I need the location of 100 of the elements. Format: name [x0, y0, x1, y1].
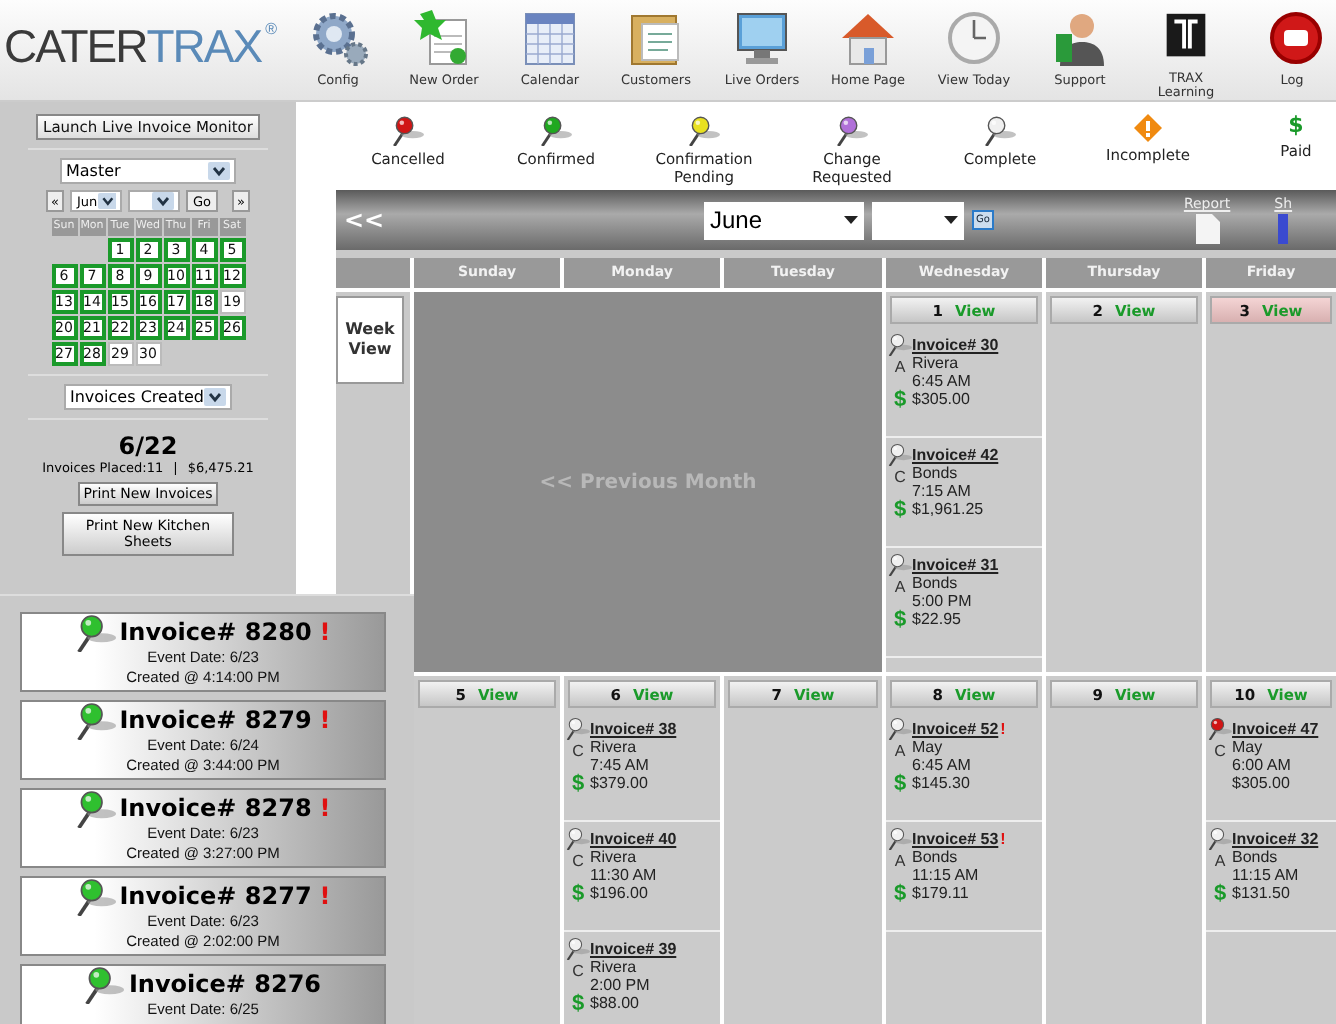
- event-time: 11:30 AM: [590, 866, 659, 884]
- customer-name: Rivera: [590, 848, 639, 866]
- invoice-amount: $305.00: [1232, 774, 1292, 792]
- invoice-amount: $131.50: [1232, 884, 1292, 902]
- customer-name: Bonds: [912, 574, 960, 592]
- customer-name: Rivera: [912, 354, 961, 372]
- event-time: 7:15 AM: [912, 482, 973, 500]
- invoice-link[interactable]: Invoice# 38: [590, 720, 677, 738]
- status-code: C: [894, 468, 906, 486]
- event-time: 6:45 AM: [912, 756, 973, 774]
- date-label: 6/22: [118, 432, 178, 460]
- dollar-icon: $: [893, 498, 907, 522]
- dollar-icon: $: [893, 772, 907, 796]
- alert-mark: !: [1000, 720, 1006, 738]
- customer-name: Bonds: [1232, 848, 1280, 866]
- invoice-amount: $145.30: [912, 774, 972, 792]
- dollar-icon: $: [571, 992, 585, 1016]
- dropdown-arrow-icon: [152, 192, 175, 210]
- dropdown-arrow-icon: [844, 216, 858, 224]
- pin-icon: [84, 964, 125, 1004]
- status-code: A: [894, 852, 906, 870]
- monitor-icon: [732, 8, 792, 68]
- invoice-link[interactable]: Invoice# 53: [912, 830, 999, 848]
- pin-icon: [75, 700, 116, 740]
- invoice-link[interactable]: Invoice# 47: [1232, 720, 1319, 738]
- alert-mark: !: [319, 618, 331, 646]
- alert-mark: !: [1000, 830, 1006, 848]
- invoice-title: Invoice# 8277: [119, 882, 312, 910]
- logo-text: TRAX: [146, 20, 262, 74]
- customer-name: May: [1232, 738, 1265, 756]
- status-code: A: [894, 578, 906, 596]
- event-time: 11:15 AM: [912, 866, 981, 884]
- week-view-button[interactable]: Week View: [336, 296, 404, 384]
- invoice-amount: $1,961.25: [912, 500, 986, 518]
- invoice-amount: $179.11: [912, 884, 971, 902]
- invoice-amount: $305.00: [912, 390, 972, 408]
- column-header: [336, 258, 410, 288]
- event-time: 7:45 AM: [590, 756, 651, 774]
- bar-icon: [1278, 214, 1289, 244]
- pin-icon: [75, 788, 116, 828]
- dollar-icon: $: [893, 608, 907, 632]
- invoice-title: Invoice# 8280: [119, 618, 312, 646]
- invoice-link[interactable]: Invoice# 42: [912, 446, 999, 464]
- invoice-amount: $88.00: [590, 994, 641, 1012]
- alert-mark: !: [319, 706, 331, 734]
- status-code: C: [1214, 742, 1226, 760]
- status-code: C: [572, 742, 584, 760]
- alert-mark: !: [319, 882, 331, 910]
- status-code: A: [1214, 852, 1226, 870]
- invoice-amount: $196.00: [590, 884, 650, 902]
- pin-icon: [75, 612, 116, 652]
- status-code: C: [572, 962, 584, 980]
- invoice-title: Invoice# 8278: [119, 794, 312, 822]
- dropdown-arrow-icon: [97, 192, 117, 210]
- dollar-icon: $: [571, 772, 585, 796]
- customer-name: Rivera: [590, 958, 639, 976]
- person-icon: [1050, 8, 1110, 68]
- invoice-link[interactable]: Invoice# 31: [912, 556, 999, 574]
- calendar-icon: [520, 8, 580, 68]
- pin-icon: [75, 876, 116, 916]
- alert-mark: !: [319, 794, 331, 822]
- customer-name: May: [912, 738, 945, 756]
- customer-name: Rivera: [590, 738, 639, 756]
- dollar-icon: $: [893, 388, 907, 412]
- dollar-icon: $: [1288, 114, 1304, 138]
- invoice-link[interactable]: Invoice# 52: [912, 720, 999, 738]
- report-select[interactable]: Invoices Created: [64, 384, 232, 410]
- dollar-icon: $: [893, 882, 907, 906]
- customer-name: Bonds: [912, 848, 960, 866]
- invoice-link[interactable]: Invoice# 40: [590, 830, 677, 848]
- customer-name: Bonds: [912, 464, 960, 482]
- event-time: 5:00 PM: [912, 592, 974, 610]
- logo-text: CATER: [4, 20, 147, 74]
- invoice-link[interactable]: Invoice# 39: [590, 940, 677, 958]
- dollar-icon: $: [1213, 882, 1227, 906]
- invoice-amount: $379.00: [590, 774, 650, 792]
- event-time: 2:00 PM: [590, 976, 652, 994]
- gears-icon: [308, 8, 368, 68]
- clock-icon: [944, 8, 1004, 68]
- invoice-amount: $22.95: [912, 610, 963, 628]
- dollar-icon: $: [571, 882, 585, 906]
- invoice-title: Invoice# 8279: [119, 706, 312, 734]
- invoice-link[interactable]: Invoice# 30: [912, 336, 999, 354]
- event-time: 6:00 AM: [1232, 756, 1293, 774]
- dropdown-arrow-icon: [208, 162, 230, 180]
- year-select[interactable]: [128, 190, 181, 212]
- registered-mark: ®: [265, 20, 275, 38]
- document-icon: [1195, 214, 1220, 244]
- invoice-link[interactable]: Invoice# 32: [1232, 830, 1319, 848]
- calendar-select[interactable]: Master: [60, 158, 236, 184]
- dropdown-arrow-icon: [944, 216, 958, 224]
- month-select[interactable]: June: [704, 201, 864, 239]
- event-time: 6:45 AM: [912, 372, 973, 390]
- event-time: 11:15 AM: [1232, 866, 1301, 884]
- status-code: A: [894, 742, 906, 760]
- status-code: A: [894, 358, 906, 376]
- dropdown-arrow-icon: [204, 388, 226, 406]
- house-icon: [838, 8, 898, 68]
- status-code: C: [572, 852, 584, 870]
- invoice-title: Invoice# 8276: [128, 970, 322, 998]
